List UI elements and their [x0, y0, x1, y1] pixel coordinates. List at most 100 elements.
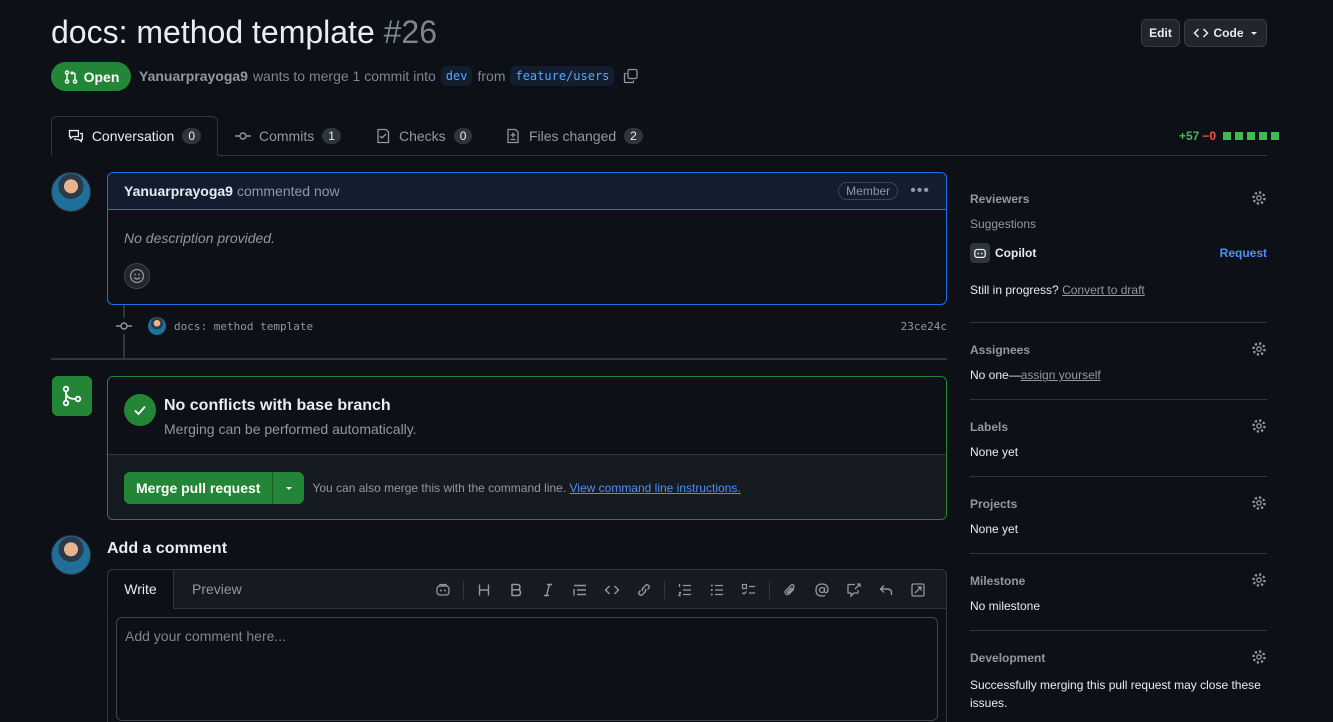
italic-icon[interactable] [532, 579, 564, 601]
gear-icon[interactable] [1251, 190, 1267, 206]
request-review-button[interactable]: Request [1220, 246, 1267, 260]
tab-conversation[interactable]: Conversation 0 [51, 116, 218, 156]
merge-button-group: Merge pull request [124, 471, 305, 504]
sidebar-divider [970, 322, 1267, 323]
command-line-instructions-link[interactable]: View command line instructions. [570, 481, 741, 495]
convert-to-draft-link[interactable]: Convert to draft [1062, 283, 1145, 297]
draft-prompt: Still in progress? Convert to draft [970, 283, 1267, 297]
suggested-reviewer-name: Copilot [995, 246, 1037, 260]
assign-yourself-link[interactable]: assign yourself [1021, 368, 1101, 382]
sidebar-heading[interactable]: Assignees [970, 343, 1030, 357]
code-label: Code [1213, 26, 1244, 40]
tab-label: Files changed [529, 128, 617, 144]
commit-sha[interactable]: 23ce24c [901, 320, 947, 333]
deletions-count: −0 [1202, 129, 1217, 143]
tab-commits[interactable]: Commits 1 [219, 116, 357, 156]
fullscreen-icon[interactable] [902, 579, 934, 601]
state-label: Open [83, 68, 120, 85]
avatar[interactable] [51, 535, 91, 575]
merge-actions: Merge pull request You can also merge th… [108, 455, 946, 519]
cross-reference-icon[interactable] [838, 579, 870, 601]
sidebar-heading[interactable]: Milestone [970, 574, 1025, 588]
link-icon[interactable] [628, 579, 660, 601]
git-commit-icon [116, 318, 132, 334]
merge-method-dropdown[interactable] [273, 471, 305, 504]
tab-count: 0 [453, 128, 473, 144]
base-branch[interactable]: dev [440, 66, 473, 86]
heading-icon[interactable] [468, 579, 500, 601]
tab-preview[interactable]: Preview [192, 581, 242, 597]
pr-meta: Yanuarprayoga9 wants to merge 1 commit i… [139, 66, 639, 86]
checklist-icon [377, 128, 390, 144]
pr-description-comment: Yanuarprayoga9 commented now Member ••• … [107, 172, 947, 305]
bold-icon[interactable] [500, 579, 532, 601]
tab-label: Checks [399, 128, 446, 144]
gear-icon[interactable] [1251, 572, 1267, 588]
from-text: from [477, 68, 506, 84]
sidebar-heading[interactable]: Labels [970, 420, 1008, 434]
paperclip-icon[interactable] [774, 579, 806, 601]
mention-icon[interactable] [806, 579, 838, 601]
commit-message[interactable]: docs: method template [174, 320, 313, 333]
gear-icon[interactable] [1251, 418, 1267, 434]
sidebar-labels: Labels [970, 418, 1267, 438]
tab-files-changed[interactable]: Files changed 2 [489, 116, 659, 156]
comment-header: Yanuarprayoga9 commented now Member ••• [108, 173, 946, 210]
add-reaction-button[interactable] [124, 263, 150, 289]
gear-icon[interactable] [1251, 495, 1267, 511]
unordered-list-icon[interactable] [701, 579, 733, 601]
pr-number: #26 [383, 14, 438, 50]
copilot-icon [970, 243, 990, 263]
edit-button[interactable]: Edit [1141, 19, 1180, 47]
author-link[interactable]: Yanuarprayoga9 [139, 68, 248, 84]
diffstat-block [1271, 132, 1280, 140]
comment-textarea[interactable]: Add your comment here... [116, 617, 938, 721]
toolbar-divider [463, 581, 464, 599]
additions-count: +57 [1179, 129, 1200, 143]
markdown-toolbar [427, 579, 934, 601]
tab-count: 0 [182, 128, 201, 144]
kebab-horizontal-icon[interactable]: ••• [910, 182, 930, 200]
avatar[interactable] [51, 172, 91, 212]
sidebar-divider [970, 399, 1267, 400]
tab-checks[interactable]: Checks 0 [359, 116, 488, 156]
comment-body: No description provided. [124, 230, 275, 246]
reply-icon[interactable] [870, 579, 902, 601]
tasklist-icon[interactable] [733, 579, 765, 601]
sidebar-heading[interactable]: Development [970, 651, 1045, 665]
sidebar-heading[interactable]: Projects [970, 497, 1017, 511]
sidebar-reviewers: Reviewers [970, 190, 1267, 210]
assignees-text: No one— [970, 368, 1021, 382]
merge-hint-text: You can also merge this with the command… [312, 480, 567, 495]
comment-discussion-icon [68, 129, 83, 143]
add-comment-heading: Add a comment [107, 540, 228, 557]
sidebar-divider [970, 553, 1267, 554]
sidebar-assignees: Assignees [970, 341, 1267, 361]
ordered-list-icon[interactable] [669, 579, 701, 601]
toolbar-divider [769, 581, 770, 599]
merge-status: No conflicts with base branch Merging ca… [108, 377, 946, 455]
tab-write[interactable]: Write [107, 569, 174, 609]
git-pull-request-icon [64, 69, 77, 84]
sidebar-divider [970, 476, 1267, 477]
merge-pull-request-button[interactable]: Merge pull request [124, 471, 274, 504]
sidebar-heading[interactable]: Reviewers [970, 192, 1029, 206]
code-icon[interactable] [596, 579, 628, 601]
code-button[interactable]: Code [1184, 19, 1267, 47]
comment-timestamp[interactable]: commented now [237, 183, 340, 199]
comment-author[interactable]: Yanuarprayoga9 [124, 183, 233, 199]
commit-avatar[interactable] [148, 317, 166, 335]
diffstat-block [1235, 132, 1244, 140]
development-value: Successfully merging this pull request m… [970, 678, 1261, 710]
merge-box: No conflicts with base branch Merging ca… [107, 376, 947, 520]
copy-icon[interactable] [623, 68, 639, 84]
gear-icon[interactable] [1251, 341, 1267, 357]
gear-icon[interactable] [1251, 649, 1267, 665]
page-title: docs: method template #26 [51, 14, 437, 51]
check-circle-icon [124, 394, 156, 426]
editor-header: Write Preview [107, 569, 946, 609]
head-branch[interactable]: feature/users [510, 66, 615, 86]
copilot-icon[interactable] [427, 579, 459, 601]
quote-icon[interactable] [564, 579, 596, 601]
merge-hint: You can also merge this with the command… [312, 481, 740, 495]
